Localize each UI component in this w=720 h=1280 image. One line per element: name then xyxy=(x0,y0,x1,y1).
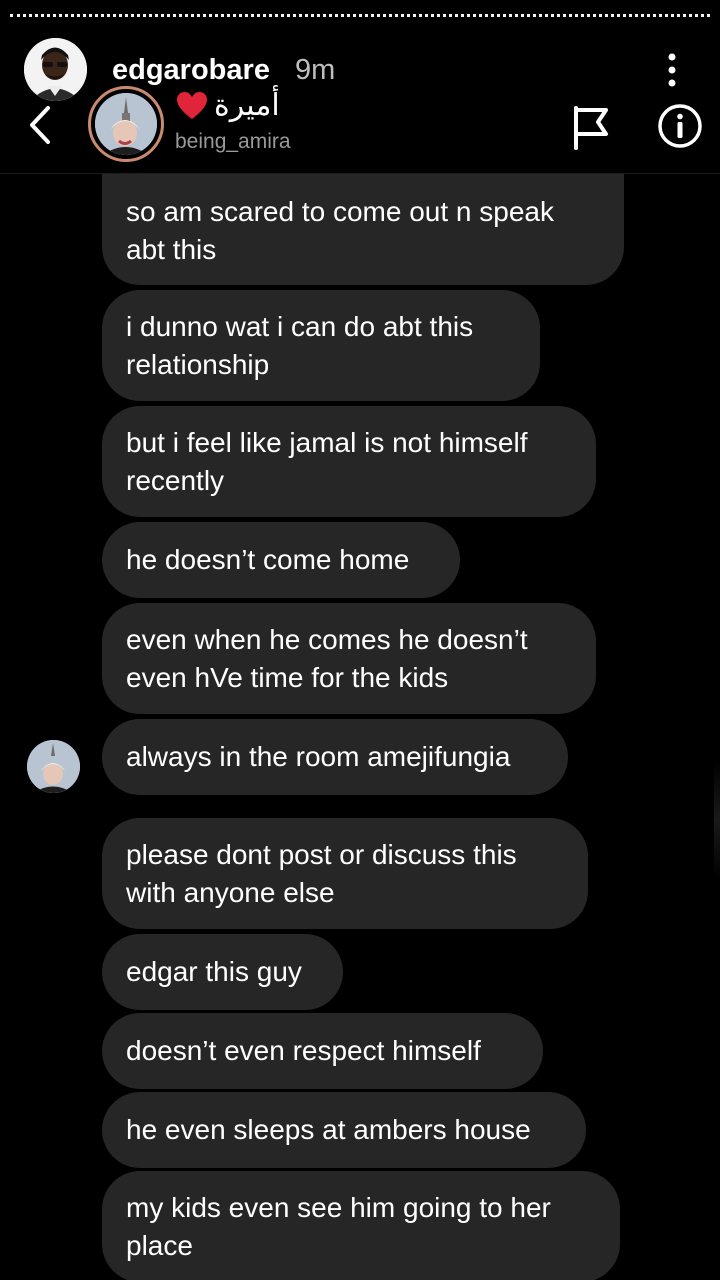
message-bubble[interactable]: but i feel like jamal is not himself rec… xyxy=(102,406,596,517)
message-bubble[interactable]: my kids even see him going to her place xyxy=(102,1171,620,1280)
instagram-story-screen: edgarobare 9m أميرة being_amira so am sc… xyxy=(0,0,720,1280)
message-bubble[interactable]: doesn’t even respect himself xyxy=(102,1013,543,1089)
edge-shadow xyxy=(714,760,720,880)
message-bubble[interactable]: i dunno wat i can do abt this relationsh… xyxy=(102,290,540,401)
message-bubble[interactable]: edgar this guy xyxy=(102,934,343,1010)
message-bubble[interactable]: he doesn’t come home xyxy=(102,522,460,598)
message-bubble[interactable]: even when he comes he doesn’t even hVe t… xyxy=(102,603,596,714)
story-progress-bar xyxy=(10,14,710,19)
story-progress-segment xyxy=(10,14,710,17)
message-bubble[interactable]: please dont post or discuss this with an… xyxy=(102,818,588,929)
dm-handle: being_amira xyxy=(175,130,291,153)
message-bubble[interactable]: he even sleeps at ambers house xyxy=(102,1092,586,1168)
dm-display-name: أميرة xyxy=(214,89,280,122)
dm-header: أميرة being_amira xyxy=(0,82,720,174)
back-icon[interactable] xyxy=(22,102,58,148)
dm-avatar-ring[interactable] xyxy=(88,86,164,162)
message-bubble[interactable]: so am scared to come out n speak abt thi… xyxy=(102,174,624,285)
dm-display-name-row[interactable]: أميرة xyxy=(176,88,280,123)
flag-icon[interactable] xyxy=(568,102,612,152)
heart-icon xyxy=(176,91,208,121)
sender-avatar[interactable] xyxy=(27,740,80,793)
dm-avatar xyxy=(95,93,157,155)
info-icon[interactable] xyxy=(656,102,704,150)
message-bubble[interactable]: always in the room amejifungia xyxy=(102,719,568,795)
